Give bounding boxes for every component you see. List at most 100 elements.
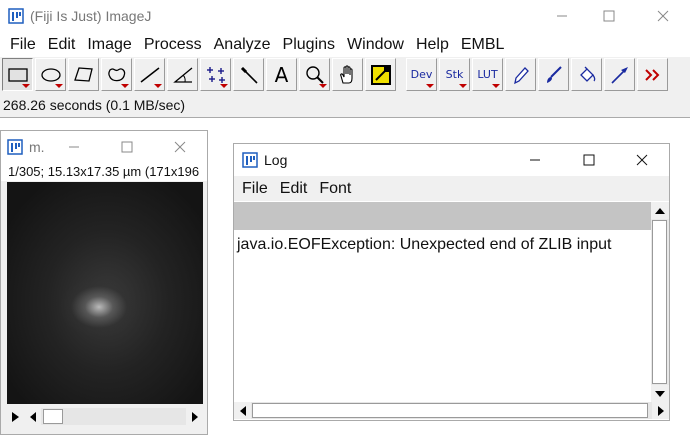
log-menubar: File Edit Font [234, 176, 669, 201]
log-window-title: Log [264, 152, 288, 168]
line-tool[interactable] [134, 58, 165, 91]
more-tools-icon [644, 68, 659, 81]
image-info-text: 1/305; 15.13x17.35 µm (171x196 [1, 163, 207, 181]
chevron-up-icon [655, 207, 665, 214]
color-picker-tool[interactable] [365, 58, 396, 91]
menu-help[interactable]: Help [410, 32, 455, 57]
menu-file[interactable]: File [4, 32, 42, 57]
image-window-title: m. [29, 139, 45, 155]
lut-tool-icon: LUT [477, 68, 498, 81]
image-minimize-button[interactable] [51, 131, 97, 163]
imagej-main-window: (Fiji Is Just) ImageJ File Edit Image Pr… [0, 0, 690, 118]
oval-tool-icon [40, 67, 61, 82]
image-title-bar[interactable]: m. [1, 131, 207, 163]
more-tools-button[interactable] [637, 58, 668, 91]
minimize-icon [530, 159, 540, 161]
stk-tool-icon: Stk [445, 68, 464, 81]
menu-process[interactable]: Process [138, 32, 208, 57]
angle-tool[interactable] [167, 58, 198, 91]
maximize-icon [583, 154, 595, 166]
magnifier-tool-icon [305, 65, 324, 84]
menu-window[interactable]: Window [341, 32, 410, 57]
flood-fill-tool[interactable] [571, 58, 602, 91]
hand-tool[interactable] [332, 58, 363, 91]
status-text: 268.26 seconds (0.1 MB/sec) [3, 97, 186, 113]
image-close-button[interactable] [157, 131, 203, 163]
log-menu-file[interactable]: File [236, 176, 274, 201]
chevron-right-icon [191, 411, 198, 422]
freehand-tool[interactable] [101, 58, 132, 91]
slider-right-button[interactable] [186, 408, 203, 425]
vertical-scroll-track[interactable] [651, 219, 669, 385]
chevron-left-icon [239, 405, 246, 416]
log-header-bar [234, 202, 651, 230]
dev-tool[interactable]: Dev [406, 58, 437, 91]
minimize-button[interactable] [539, 0, 585, 32]
flood-fill-tool-icon [579, 66, 595, 82]
magnifier-tool[interactable] [299, 58, 330, 91]
scroll-up-button[interactable] [651, 202, 669, 219]
wand-tool[interactable] [233, 58, 264, 91]
text-tool[interactable]: A [266, 58, 297, 91]
chevron-left-icon [29, 411, 36, 422]
log-title-bar[interactable]: Log [234, 144, 669, 176]
arrow-tool[interactable] [604, 58, 635, 91]
brush-tool-icon [546, 65, 562, 83]
polygon-tool[interactable] [68, 58, 99, 91]
scroll-down-button[interactable] [651, 385, 669, 402]
main-menubar: File Edit Image Process Analyze Plugins … [0, 32, 690, 57]
log-text-area[interactable]: java.io.EOFException: Unexpected end of … [234, 230, 651, 403]
play-button[interactable] [7, 408, 24, 425]
log-horizontal-scrollbar [234, 402, 669, 419]
log-minimize-button[interactable] [512, 144, 558, 176]
multipoint-tool[interactable] [200, 58, 231, 91]
vertical-scroll-thumb[interactable] [652, 220, 667, 384]
log-menu-edit[interactable]: Edit [274, 176, 314, 201]
line-tool-icon [140, 66, 159, 83]
image-maximize-button[interactable] [104, 131, 150, 163]
scroll-left-button[interactable] [234, 402, 251, 419]
rectangle-tool-icon [7, 67, 28, 82]
fiji-app-icon [242, 152, 258, 168]
maximize-icon [603, 10, 615, 22]
slider-thumb[interactable] [43, 409, 63, 424]
minimize-icon [69, 146, 79, 148]
polygon-tool-icon [73, 66, 93, 82]
toolbar: A Dev Stk LUT [2, 58, 670, 92]
scroll-right-button[interactable] [652, 402, 669, 419]
log-window: Log File Edit Font java.io.EOFException:… [233, 143, 670, 421]
angle-tool-icon [172, 66, 192, 83]
menu-analyze[interactable]: Analyze [208, 32, 277, 57]
log-line: java.io.EOFException: Unexpected end of … [237, 236, 612, 253]
lut-tool[interactable]: LUT [472, 58, 503, 91]
rectangle-tool[interactable] [2, 58, 33, 91]
minimize-icon [557, 15, 567, 17]
hand-tool-icon [339, 64, 353, 84]
log-maximize-button[interactable] [566, 144, 612, 176]
menu-edit[interactable]: Edit [42, 32, 82, 57]
horizontal-scroll-thumb[interactable] [252, 403, 648, 418]
log-close-button[interactable] [619, 144, 665, 176]
pencil-tool[interactable] [505, 58, 536, 91]
pencil-tool-icon [513, 66, 529, 84]
horizontal-scroll-track[interactable] [251, 402, 652, 419]
menu-image[interactable]: Image [81, 32, 137, 57]
stk-tool[interactable]: Stk [439, 58, 470, 91]
title-bar[interactable]: (Fiji Is Just) ImageJ [0, 0, 690, 32]
maximize-button[interactable] [586, 0, 632, 32]
close-button[interactable] [640, 0, 686, 32]
slider-left-button[interactable] [24, 408, 41, 425]
log-menu-font[interactable]: Font [313, 176, 357, 201]
menu-plugins[interactable]: Plugins [277, 32, 341, 57]
menu-embl[interactable]: EMBL [455, 32, 511, 57]
close-icon [657, 10, 669, 22]
text-tool-icon: A [274, 62, 289, 87]
oval-tool[interactable] [35, 58, 66, 91]
window-title: (Fiji Is Just) ImageJ [30, 8, 152, 24]
maximize-icon [121, 141, 133, 153]
chevron-down-icon [655, 390, 665, 397]
brush-tool[interactable] [538, 58, 569, 91]
image-canvas[interactable] [7, 182, 203, 404]
slider-track[interactable] [41, 408, 186, 425]
status-bar: 268.26 seconds (0.1 MB/sec) [0, 94, 690, 116]
